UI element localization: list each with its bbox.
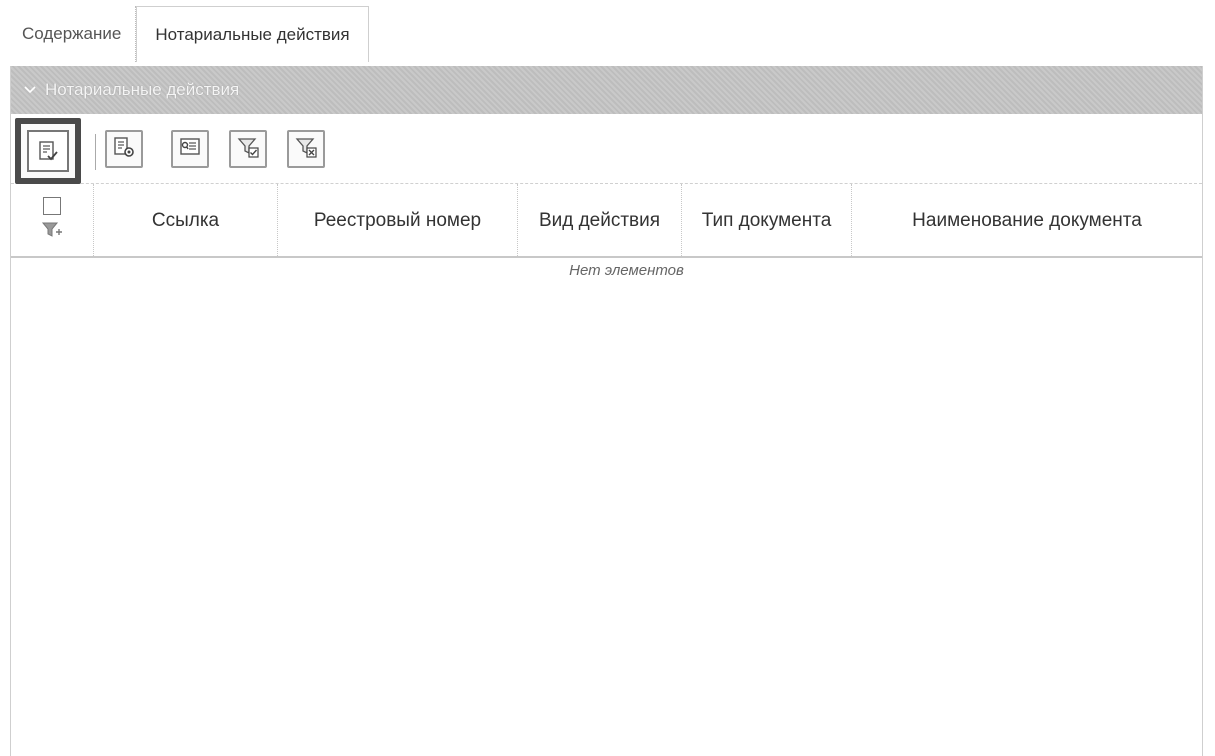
filter-clear-icon xyxy=(294,135,318,164)
toolbar-separator xyxy=(95,134,97,170)
tab-contents-label: Содержание xyxy=(22,24,122,43)
toolbar xyxy=(11,114,1202,184)
empty-list-message: Нет элементов xyxy=(569,262,684,279)
tab-contents[interactable]: Содержание xyxy=(8,6,137,62)
select-all-checkbox[interactable] xyxy=(43,197,61,215)
filter-add-icon[interactable] xyxy=(41,221,63,245)
column-header-registry-number[interactable]: Реестровый номер xyxy=(277,184,517,258)
notarial-actions-panel: Нотариальные действия Ссылка Реестровый … xyxy=(10,66,1203,756)
document-check-icon xyxy=(27,130,69,172)
select-column xyxy=(11,184,93,258)
notarial-actions-form: Содержание Нотариальные действия Нотариа… xyxy=(0,0,1215,756)
table-header: Ссылка Реестровый номер Вид действия Тип… xyxy=(11,184,1202,258)
group-title: Нотариальные действия xyxy=(45,80,240,99)
column-header-action-type[interactable]: Вид действия xyxy=(517,184,681,258)
column-header-document-type[interactable]: Тип документа xyxy=(681,184,851,258)
filter-check-icon xyxy=(236,135,260,164)
chevron-down-icon[interactable] xyxy=(21,81,39,99)
column-header-link-label: Ссылка xyxy=(151,210,220,231)
filter-apply-button[interactable] xyxy=(229,130,267,168)
filter-clear-button[interactable] xyxy=(287,130,325,168)
column-header-registry-number-label: Реестровый номер xyxy=(313,210,482,231)
column-header-document-type-label: Тип документа xyxy=(701,210,832,231)
column-header-action-type-label: Вид действия xyxy=(538,210,661,231)
tab-notarial-actions-label: Нотариальные действия xyxy=(155,24,350,44)
list-area[interactable] xyxy=(11,258,1202,756)
column-header-document-name[interactable]: Наименование документа xyxy=(851,184,1202,258)
tab-notarial-actions[interactable]: Нотариальные действия xyxy=(136,6,369,62)
column-header-document-name-label: Наименование документа xyxy=(912,210,1142,231)
select-mode-button[interactable] xyxy=(15,118,81,184)
tab-bar: Содержание Нотариальные действия xyxy=(8,6,369,62)
search-list-button[interactable] xyxy=(171,130,209,168)
document-gear-icon xyxy=(112,135,136,164)
group-header[interactable]: Нотариальные действия xyxy=(11,66,1202,114)
list-search-icon xyxy=(178,135,202,164)
column-header-link[interactable]: Ссылка xyxy=(93,184,277,258)
settings-button[interactable] xyxy=(105,130,143,168)
